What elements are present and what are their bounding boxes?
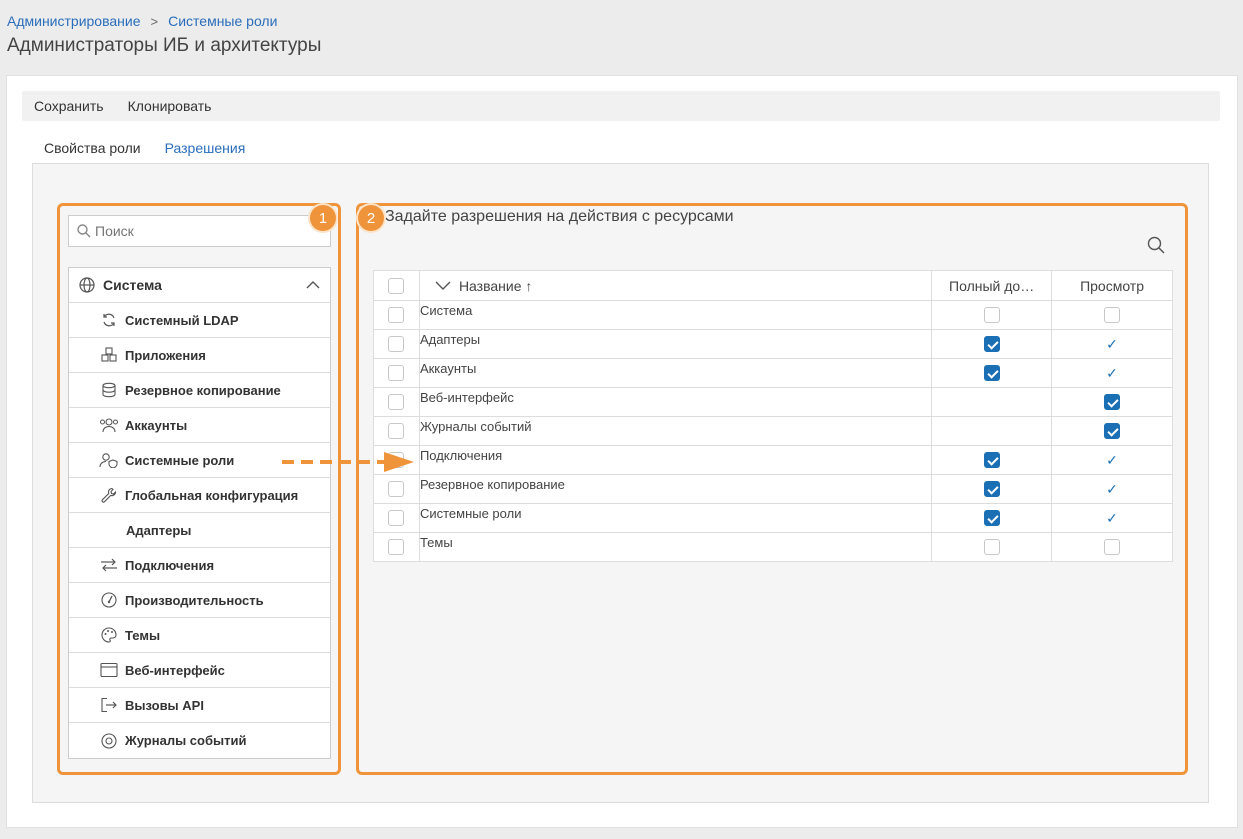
chevron-right-icon: > — [150, 13, 159, 29]
annotation-box-permissions — [356, 203, 1188, 775]
annotation-arrow — [282, 452, 414, 472]
annotation-box-resource-tree — [57, 203, 341, 775]
breadcrumb-current-link[interactable]: Системные роли — [168, 13, 277, 29]
tab-permissions[interactable]: Разрешения — [152, 134, 258, 165]
page-title: Администраторы ИБ и архитектуры — [7, 35, 322, 56]
tab-role-properties[interactable]: Свойства роли — [32, 134, 153, 165]
annotation-badge-2: 2 — [358, 205, 384, 231]
toolbar: Сохранить Клонировать — [22, 91, 1220, 121]
annotation-badge-1: 1 — [310, 205, 336, 231]
breadcrumb-root-link[interactable]: Администрирование — [7, 13, 141, 29]
save-button[interactable]: Сохранить — [22, 91, 116, 121]
breadcrumb: Администрирование > Системные роли — [7, 13, 277, 29]
clone-button[interactable]: Клонировать — [116, 91, 224, 121]
tabs: Свойства роли Разрешения — [32, 134, 258, 165]
